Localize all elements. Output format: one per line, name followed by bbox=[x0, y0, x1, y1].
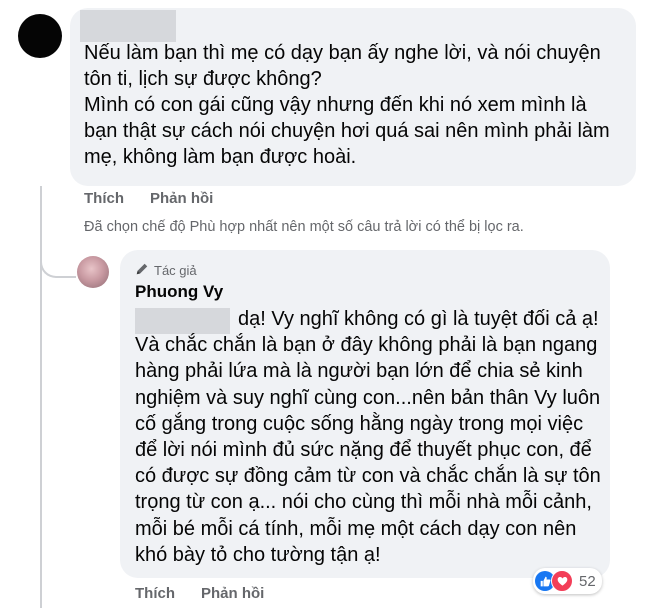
redacted-author-name bbox=[80, 10, 176, 42]
reaction-summary[interactable]: 52 bbox=[533, 568, 602, 594]
author-badge-label: Tác giả bbox=[154, 263, 197, 278]
filter-note: Đã chọn chế độ Phù hợp nhất nên một số c… bbox=[84, 219, 524, 235]
pencil-icon bbox=[135, 262, 149, 279]
like-button[interactable]: Thích bbox=[84, 190, 124, 207]
reply-button[interactable]: Phản hồi bbox=[201, 585, 264, 602]
reply-text-body: dạ! Vy nghĩ không có gì là tuyệt đối cả … bbox=[135, 308, 601, 566]
reply-text: dạ! Vy nghĩ không có gì là tuyệt đối cả … bbox=[135, 306, 605, 568]
reply-avatar[interactable] bbox=[77, 256, 109, 288]
thread-connector bbox=[40, 240, 76, 278]
comment-line: Nếu làm bạn thì mẹ có dạy bạn ấy nghe lờ… bbox=[84, 42, 601, 90]
like-button[interactable]: Thích bbox=[135, 585, 175, 602]
love-icon bbox=[551, 570, 573, 592]
reply-actions: Thích Phản hồi bbox=[135, 585, 264, 602]
avatar[interactable] bbox=[18, 14, 62, 58]
reaction-count: 52 bbox=[579, 572, 596, 590]
reply-button[interactable]: Phản hồi bbox=[150, 190, 213, 207]
comment-line: Mình có con gái cũng vậy nhưng đến khi n… bbox=[84, 94, 610, 168]
comment-text: Nếu làm bạn thì mẹ có dạy bạn ấy nghe lờ… bbox=[84, 40, 624, 170]
comment-actions: Thích Phản hồi bbox=[84, 190, 213, 207]
reply-author-name[interactable]: Phuong Vy bbox=[135, 282, 223, 302]
author-badge: Tác giả bbox=[135, 262, 197, 279]
